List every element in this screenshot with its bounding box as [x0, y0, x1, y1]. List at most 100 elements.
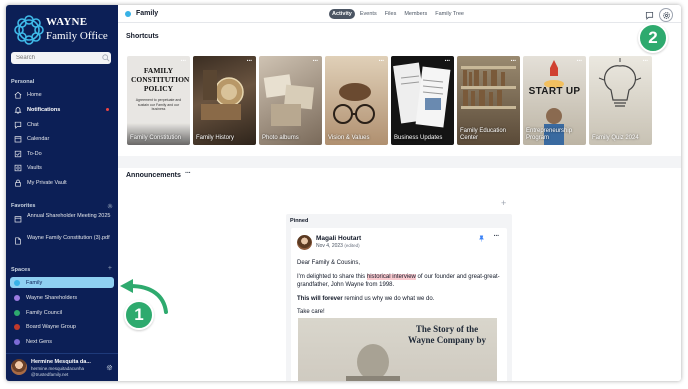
shortcut-card-family-quiz[interactable]: ··· Family Quiz 2024: [589, 56, 652, 145]
nav-calendar-label: Calendar: [27, 135, 50, 142]
tab-events[interactable]: Events: [357, 9, 380, 19]
card-more-icon[interactable]: ···: [181, 58, 187, 65]
space-color-dot: [125, 11, 131, 17]
shortcut-card-family-constitution[interactable]: FAMILY CONSTITUTION POLICY Agreement to …: [127, 56, 190, 145]
post-more-icon[interactable]: ···: [494, 233, 500, 240]
unread-dot: [106, 108, 109, 111]
post-signoff: Take care!: [297, 309, 325, 315]
search-icon[interactable]: [102, 54, 110, 62]
section-divider: [118, 156, 681, 168]
top-actions: [645, 8, 673, 22]
file-icon: [15, 237, 21, 245]
logo-mark-icon: [14, 15, 44, 45]
shortcut-card-photo-albums[interactable]: ··· Photo albums: [259, 56, 322, 145]
history-art: [201, 70, 244, 120]
calendar-icon: [14, 135, 22, 142]
post-video-thumbnail[interactable]: The Story of the Wayne Company by: [298, 318, 497, 381]
add-space-icon[interactable]: +: [108, 265, 112, 272]
space-item-label: Wayne Shareholders: [26, 294, 78, 301]
portrait-art: [346, 344, 400, 381]
settings-button[interactable]: [659, 8, 673, 22]
chat-icon[interactable]: [645, 11, 654, 20]
shortcut-card-family-education-center[interactable]: ··· Family Education Center: [457, 56, 520, 145]
tab-family-tree[interactable]: Family Tree: [432, 9, 467, 19]
nav-home[interactable]: Home: [10, 89, 114, 100]
nav-todo[interactable]: To-Do: [10, 148, 114, 159]
space-item-next-gens[interactable]: Next Gens: [10, 336, 114, 347]
post-greeting: Dear Family & Cousins,: [297, 260, 361, 266]
user-email: hermine.mesquitadacunha @trustedfamily.n…: [31, 366, 85, 377]
space-color-dot: [14, 309, 20, 316]
card-more-icon[interactable]: ···: [379, 58, 385, 65]
nav-todo-label: To-Do: [27, 150, 42, 157]
nav-vaults[interactable]: Vaults: [10, 162, 114, 173]
space-item-family[interactable]: Family: [10, 277, 114, 288]
avatar: [11, 359, 27, 375]
card-label: Vision & Values: [328, 135, 370, 141]
announcements-heading: Announcements: [126, 172, 181, 179]
favorite-item-meeting[interactable]: Annual Shareholder Meeting 2025: [10, 213, 114, 223]
card-more-icon[interactable]: ···: [643, 58, 649, 65]
newspaper-art: [393, 62, 451, 128]
post-body: Dear Family & Cousins, I'm delighted to …: [297, 259, 501, 322]
favorite-item-label: Annual Shareholder Meeting 2025: [27, 213, 111, 219]
card-more-icon[interactable]: ···: [445, 58, 451, 65]
callout-badge-one: 1: [124, 300, 154, 330]
page-title: Family: [136, 10, 159, 17]
home-icon: [14, 91, 22, 99]
shortcut-card-business-updates[interactable]: ··· Business Updates: [391, 56, 454, 145]
main-area: Family Activity Events Files Members Fam…: [118, 5, 681, 381]
post-author[interactable]: Magali Houtart: [316, 235, 361, 242]
shortcuts-heading: Shortcuts: [126, 33, 159, 40]
card-more-icon[interactable]: ···: [313, 58, 319, 65]
space-item-board-wayne-group[interactable]: Board Wayne Group: [10, 321, 114, 332]
avatar[interactable]: [297, 235, 312, 250]
space-item-label: Family Council: [26, 309, 63, 316]
nav-vaults-label: Vaults: [27, 164, 42, 171]
pinned-section: Pinned Magali Houtart Nov 4, 2023 (edite…: [286, 214, 512, 381]
card-label: Family Education Center: [460, 128, 507, 141]
brand-logo[interactable]: WAYNE Family Office: [14, 13, 114, 49]
space-item-family-council[interactable]: Family Council: [10, 307, 114, 318]
user-profile-bar[interactable]: Hermine Mesquita da... hermine.mesquitad…: [6, 353, 118, 381]
pin-icon[interactable]: [478, 235, 485, 242]
nav-notifications-label: Notifications: [27, 106, 61, 113]
lightbulb-art: [598, 58, 642, 107]
search-input[interactable]: [11, 52, 111, 64]
nav-calendar[interactable]: Calendar: [10, 133, 114, 144]
space-item-wayne-shareholders[interactable]: Wayne Shareholders: [10, 292, 114, 303]
gear-icon[interactable]: [106, 364, 113, 371]
pinned-label: Pinned: [290, 218, 309, 224]
nav-chat[interactable]: Chat: [10, 119, 114, 130]
card-label: Family Constitution: [130, 135, 182, 141]
card-label: Family History: [196, 135, 235, 141]
checkbox-icon: [14, 150, 22, 157]
card-more-icon[interactable]: ···: [577, 58, 583, 65]
shortcut-card-entrepreneurship-program[interactable]: START UP ··· Entrepreneurship Program: [523, 56, 586, 145]
chat-icon: [14, 121, 22, 129]
announcements-more-icon[interactable]: ···: [185, 170, 191, 177]
space-item-label: Family: [26, 279, 43, 286]
tab-activity[interactable]: Activity: [329, 9, 355, 19]
post-image-title: The Story of the Wayne Company by: [407, 324, 487, 345]
tab-members[interactable]: Members: [401, 9, 430, 19]
card-more-icon[interactable]: ···: [511, 58, 517, 65]
shortcut-card-vision-values[interactable]: ··· Vision & Values: [325, 56, 388, 145]
section-spaces-label: Spaces: [11, 267, 31, 273]
add-announcement-icon[interactable]: +: [501, 198, 506, 208]
calendar-icon: [14, 216, 22, 223]
brand-name: WAYNE: [46, 16, 88, 28]
favorite-item-label: Wayne Family Constitution (3).pdf: [27, 235, 110, 241]
nav-chat-label: Chat: [27, 121, 39, 128]
sidebar: WAYNE Family Office Personal Home Notifi…: [6, 5, 118, 381]
nav-notifications[interactable]: Notifications: [10, 104, 114, 115]
post-link-highlight[interactable]: historical interview: [366, 273, 416, 280]
tab-files[interactable]: Files: [382, 9, 400, 19]
top-bar: Family Activity Events Files Members Fam…: [118, 5, 681, 23]
favorites-settings-icon[interactable]: [107, 203, 113, 209]
nav-private-vault[interactable]: My Private Vault: [10, 177, 114, 188]
brand-subtitle: Family Office: [46, 30, 108, 42]
favorite-item-constitution[interactable]: Wayne Family Constitution (3).pdf: [10, 235, 114, 245]
card-more-icon[interactable]: ···: [247, 58, 253, 65]
shortcut-card-family-history[interactable]: ··· Family History: [193, 56, 256, 145]
